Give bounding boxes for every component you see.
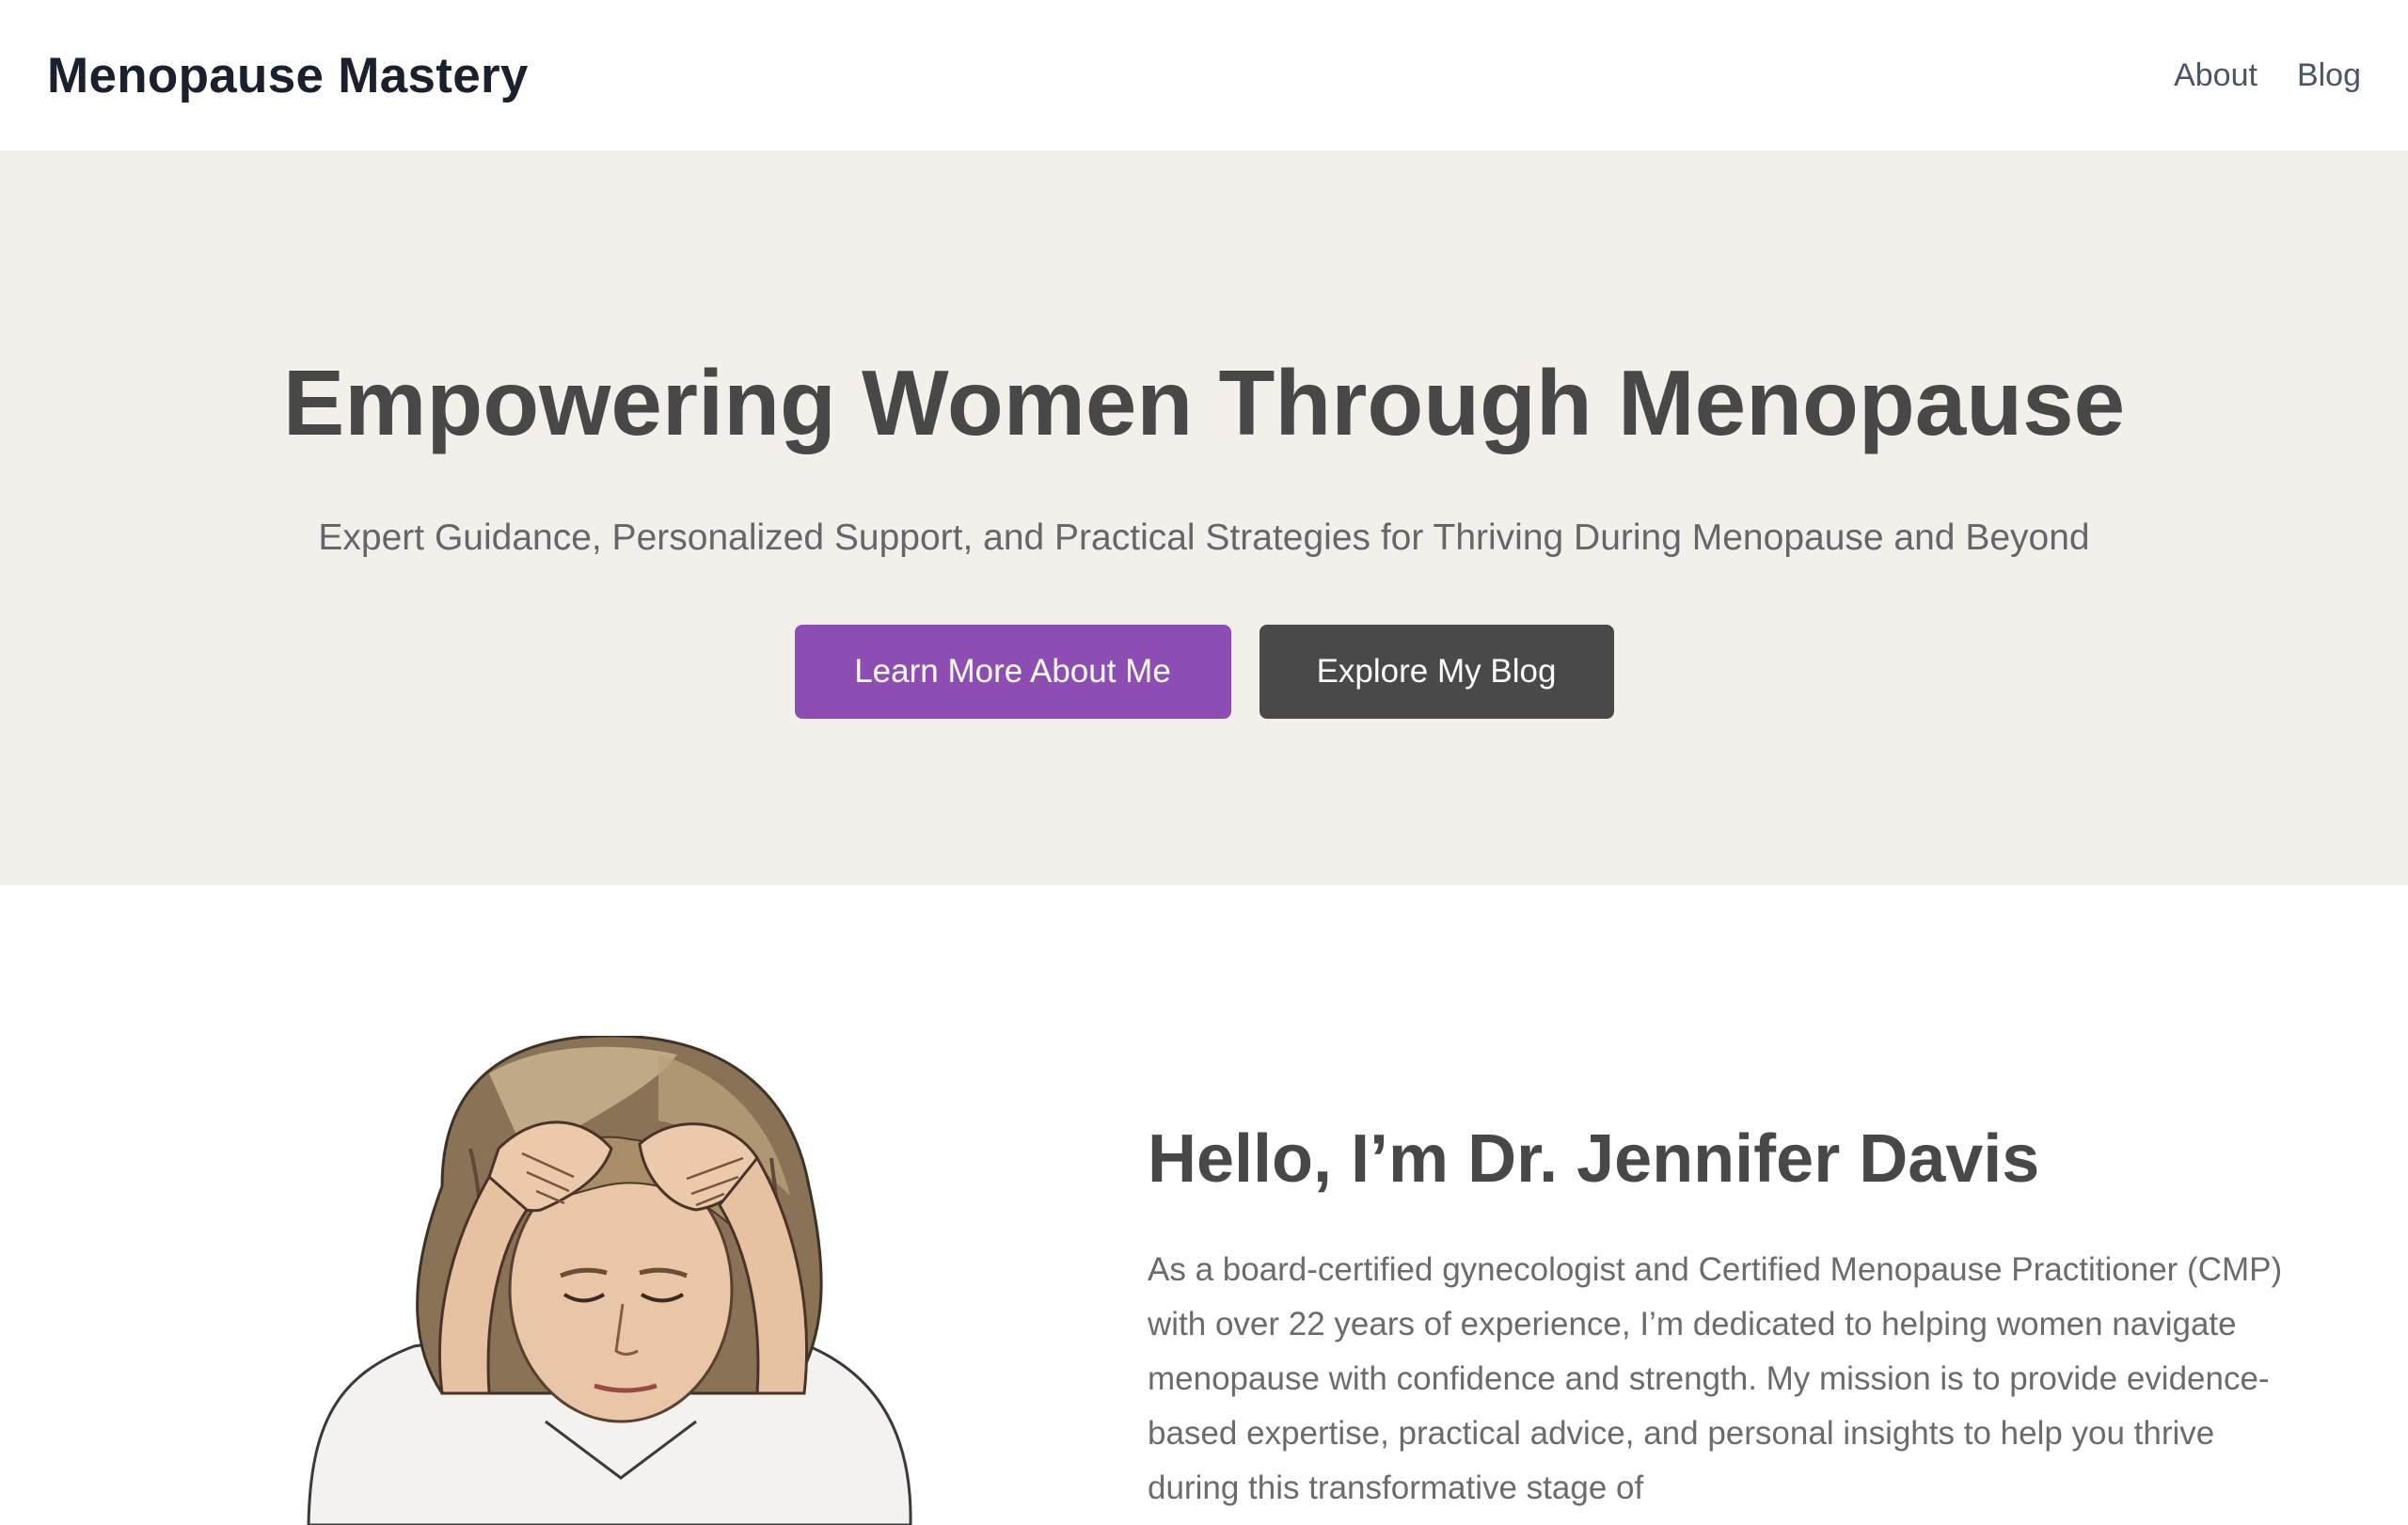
main-nav: About Blog [2174,57,2361,94]
nav-link-blog[interactable]: Blog [2297,57,2361,94]
learn-more-button[interactable]: Learn More About Me [794,625,1231,719]
about-section: Hello, I’m Dr. Jennifer Davis As a board… [0,885,2408,1525]
site-logo[interactable]: Menopause Mastery [47,47,529,104]
author-portrait-image [307,1036,912,1525]
about-bio-text: As a board-certified gynecologist and Ce… [1148,1251,2283,1506]
hero-title: Empowering Women Through Menopause [282,351,2126,454]
nav-link-about[interactable]: About [2174,57,2258,94]
hero-section: Empowering Women Through Menopause Exper… [0,151,2408,885]
site-header: Menopause Mastery About Blog [0,0,2408,151]
hero-subtitle: Expert Guidance, Personalized Support, a… [318,517,2090,558]
about-heading: Hello, I’m Dr. Jennifer Davis [1148,1121,2040,1197]
hero-button-row: Learn More About Me Explore My Blog [0,625,2408,719]
explore-blog-button[interactable]: Explore My Blog [1259,625,1614,719]
